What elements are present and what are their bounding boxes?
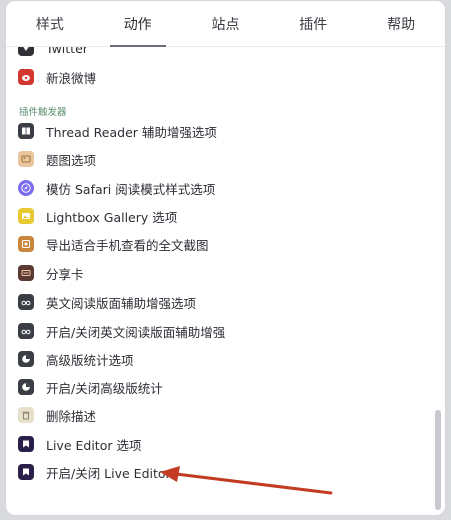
list-item-toggle-live-editor[interactable]: 开启/关闭 Live Editor bbox=[18, 461, 423, 483]
list-item-twitter[interactable]: Twitter bbox=[18, 47, 423, 59]
image-icon bbox=[18, 151, 34, 167]
list-item-safari-reader[interactable]: 模仿 Safari 阅读模式样式选项 bbox=[18, 177, 423, 199]
list-item-lightbox-gallery[interactable]: Lightbox Gallery 选项 bbox=[18, 205, 423, 227]
list-item-stats-options[interactable]: 高级版统计选项 bbox=[18, 348, 423, 370]
list-item-label: 开启/关闭英文阅读版面辅助增强 bbox=[46, 324, 226, 340]
tab-sites[interactable]: 站点 bbox=[182, 1, 270, 46]
book-icon bbox=[18, 123, 34, 139]
tab-plugins[interactable]: 插件 bbox=[269, 1, 357, 46]
list-item-toggle-english-reading[interactable]: 开启/关闭英文阅读版面辅助增强 bbox=[18, 320, 423, 342]
list-item-export-screenshot[interactable]: 导出适合手机查看的全文截图 bbox=[18, 233, 423, 255]
list-item-label: 导出适合手机查看的全文截图 bbox=[46, 237, 209, 253]
list-item-label: 分享卡 bbox=[46, 266, 84, 282]
list-item-header-image[interactable]: 题图选项 bbox=[18, 148, 423, 170]
list-item-delete-description[interactable]: 删除描述 bbox=[18, 404, 423, 426]
scrollbar-thumb[interactable] bbox=[435, 410, 441, 510]
section-title-plugin-triggers: 插件触发器 bbox=[19, 107, 67, 118]
twitter-icon bbox=[18, 47, 34, 56]
list-item-live-editor-options[interactable]: Live Editor 选项 bbox=[18, 433, 423, 455]
list-item-label: 开启/关闭高级版统计 bbox=[46, 380, 163, 396]
list-item-label: 模仿 Safari 阅读模式样式选项 bbox=[46, 181, 216, 197]
tab-bar: 样式 动作 站点 插件 帮助 bbox=[6, 1, 445, 47]
glasses-icon bbox=[18, 323, 34, 339]
export-image-icon bbox=[18, 236, 34, 252]
list-item-label: 开启/关闭 Live Editor bbox=[46, 465, 171, 481]
list-item-label: 题图选项 bbox=[46, 152, 97, 168]
list-item-label: Thread Reader 辅助增强选项 bbox=[46, 124, 217, 140]
list-item-toggle-stats[interactable]: 开启/关闭高级版统计 bbox=[18, 376, 423, 398]
tab-help[interactable]: 帮助 bbox=[357, 1, 445, 46]
weibo-icon bbox=[18, 69, 34, 85]
compass-icon bbox=[18, 180, 34, 196]
list-item-share-card[interactable]: 分享卡 bbox=[18, 262, 423, 284]
list-item-weibo[interactable]: 新浪微博 bbox=[18, 66, 423, 88]
pie-chart-icon bbox=[18, 379, 34, 395]
list-item-label: 英文阅读版面辅助增强选项 bbox=[46, 295, 197, 311]
actions-list: Twitter 新浪微博 插件触发器 Thread Reader 辅助增强选项 … bbox=[6, 47, 445, 515]
list-item-label: 高级版统计选项 bbox=[46, 352, 134, 368]
glasses-icon bbox=[18, 294, 34, 310]
list-item-label: 删除描述 bbox=[46, 408, 97, 424]
live-editor-icon bbox=[18, 464, 34, 480]
tab-actions[interactable]: 动作 bbox=[94, 1, 182, 47]
list-item-english-reading-options[interactable]: 英文阅读版面辅助增强选项 bbox=[18, 291, 423, 313]
gallery-icon bbox=[18, 208, 34, 224]
live-editor-icon bbox=[18, 436, 34, 452]
share-card-icon bbox=[18, 265, 34, 281]
list-item-thread-reader[interactable]: Thread Reader 辅助增强选项 bbox=[18, 120, 423, 142]
list-item-label: Lightbox Gallery 选项 bbox=[46, 209, 178, 225]
tab-style[interactable]: 样式 bbox=[6, 1, 94, 46]
pie-chart-icon bbox=[18, 351, 34, 367]
list-item-label: 新浪微博 bbox=[46, 70, 97, 86]
list-item-label: Twitter bbox=[46, 47, 88, 56]
list-item-label: Live Editor 选项 bbox=[46, 437, 142, 453]
extension-popup: 样式 动作 站点 插件 帮助 Twitter 新浪微博 插件触发器 Thread… bbox=[5, 0, 446, 516]
trash-icon bbox=[18, 407, 34, 423]
